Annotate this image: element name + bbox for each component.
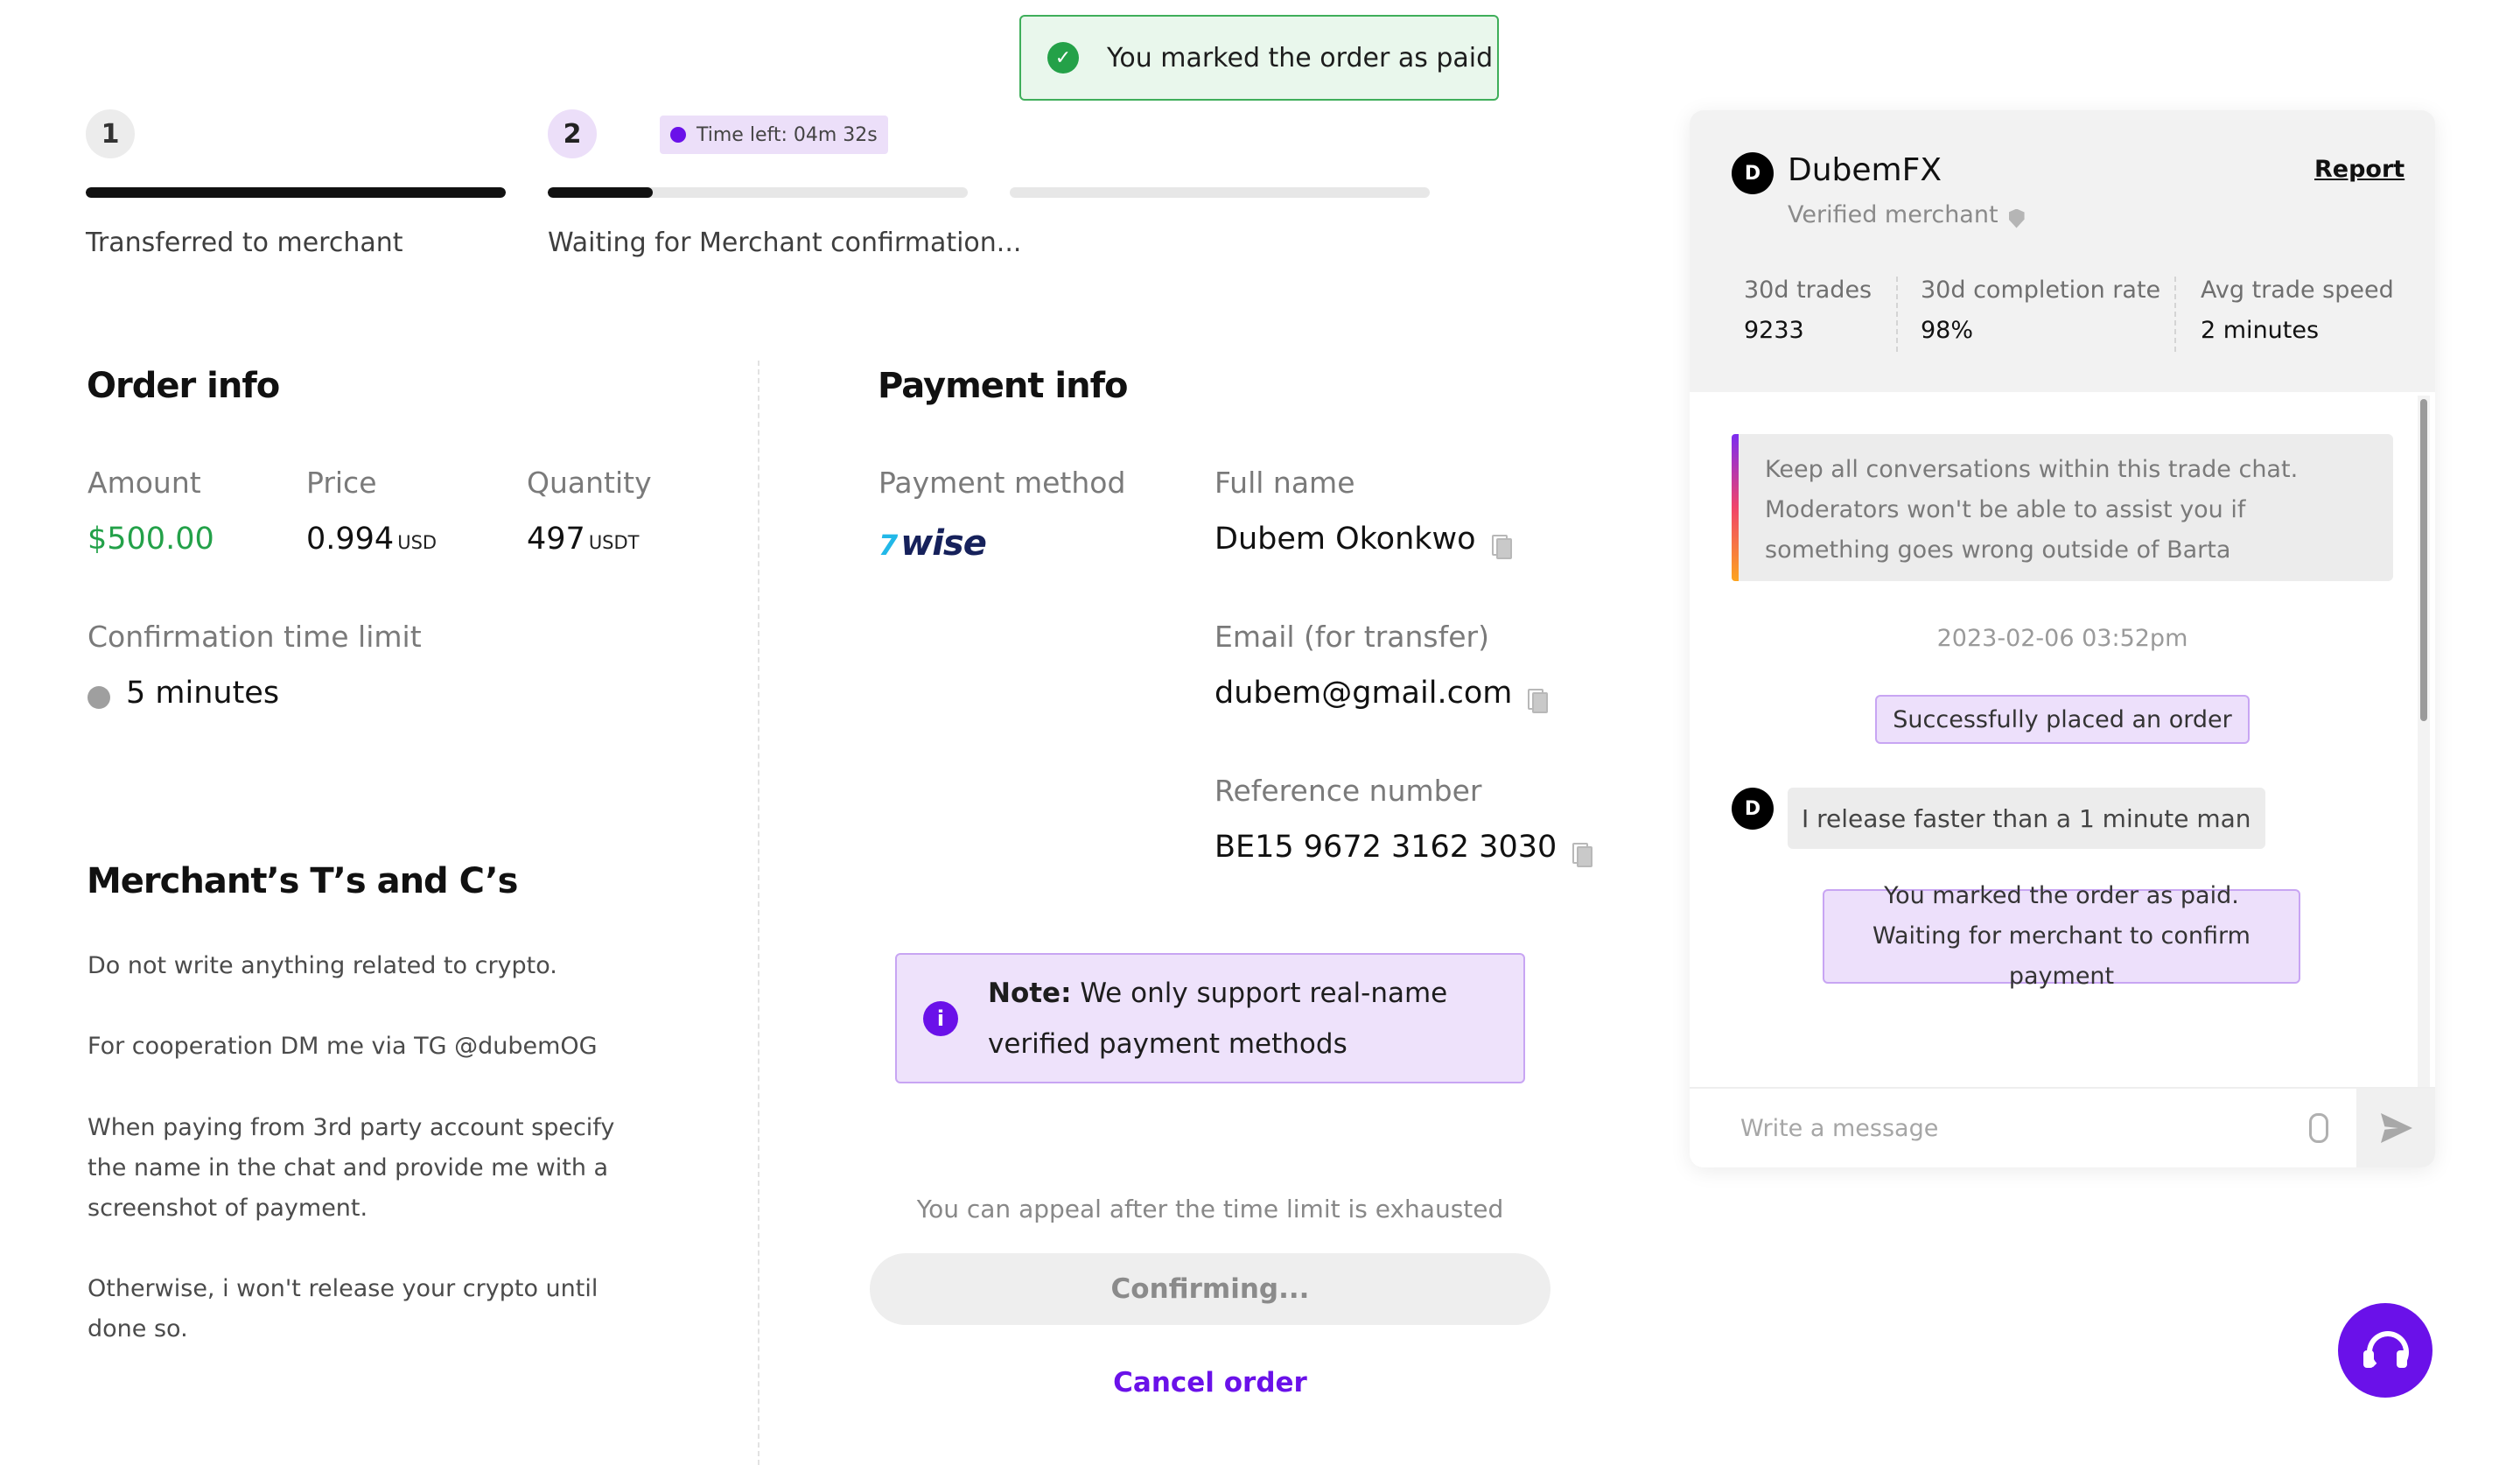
full-name-label: Full name	[1214, 466, 1355, 500]
verified-merchant-badge: Verified merchant	[1788, 201, 2025, 228]
stat-value: 2 minutes	[2201, 317, 2320, 344]
step-2-progress-fill	[548, 187, 653, 198]
merchant-message: I release faster than a 1 minute man	[1788, 788, 2265, 849]
chat-scrollbar[interactable]	[2418, 396, 2430, 1166]
price-field: 0.994 USD	[306, 522, 437, 557]
trade-chat-panel: D DubemFX Verified merchant Report 30d t…	[1690, 110, 2435, 1167]
stat-divider	[1896, 277, 1898, 352]
support-button[interactable]	[2338, 1303, 2432, 1398]
report-link[interactable]: Report	[2314, 156, 2404, 183]
time-left-text: Time left: 04m 32s	[696, 123, 878, 146]
payment-info-heading: Payment info	[878, 366, 1128, 406]
copy-icon[interactable]	[1491, 534, 1512, 559]
step-1-number: 1	[86, 109, 135, 158]
reference-value: BE15 9672 3162 3030	[1214, 830, 1558, 865]
email-value: dubem@gmail.com	[1214, 676, 1513, 711]
paid-notice: You marked the order as paid. Waiting fo…	[1823, 882, 2300, 990]
column-divider	[758, 361, 760, 1465]
time-limit-field: 5 minutes	[88, 676, 279, 711]
price-value: 0.994	[306, 522, 395, 557]
note-box: i Note: We only support real-name verifi…	[895, 953, 1525, 1083]
cancel-order-link[interactable]: Cancel order	[870, 1367, 1550, 1398]
reference-field: BE15 9672 3162 3030	[1214, 830, 1593, 867]
note-text: Note: We only support real-name verified…	[988, 968, 1497, 1069]
copy-icon[interactable]	[1528, 688, 1549, 713]
stat-value: 9233	[1744, 317, 1804, 344]
terms-paragraph: When paying from 3rd party account speci…	[88, 1114, 615, 1222]
price-unit: USD	[397, 532, 438, 553]
price-label: Price	[306, 466, 377, 500]
terms-paragraph: For cooperation DM me via TG @dubemOG	[88, 1033, 598, 1060]
quantity-value: 497	[527, 522, 585, 557]
email-field: dubem@gmail.com	[1214, 676, 1549, 713]
step-1-progress-bar	[86, 187, 506, 198]
note-prefix: Note:	[988, 977, 1072, 1009]
shield-icon	[2008, 208, 2025, 228]
send-button[interactable]	[2356, 1089, 2435, 1167]
chat-scrollbar-thumb[interactable]	[2420, 399, 2427, 721]
order-placed-notice: Successfully placed an order	[1875, 695, 2250, 744]
stat-divider	[2174, 277, 2176, 352]
chat-timestamp: 2023-02-06 03:52pm	[1936, 625, 2188, 652]
step-2-label: Waiting for Merchant confirmation...	[548, 228, 1022, 258]
quantity-field: 497 USDT	[527, 522, 640, 557]
time-left-chip: Time left: 04m 32s	[660, 116, 888, 154]
stat-label: Avg trade speed	[2201, 277, 2394, 304]
time-limit-value: 5 minutes	[126, 676, 280, 711]
terms-paragraph: Do not write anything related to crypto.	[88, 952, 557, 979]
step-2-progress-bar	[548, 187, 968, 198]
merchant-header: D DubemFX Verified merchant Report 30d t…	[1690, 110, 2435, 392]
merchant-chat-avatar: D	[1732, 788, 1774, 830]
payment-method-label: Payment method	[878, 466, 1126, 500]
step-1-label: Transferred to merchant	[86, 228, 403, 258]
toast-message: You marked the order as paid	[1107, 42, 1494, 74]
success-toast: ✓ You marked the order as paid	[1019, 15, 1499, 101]
system-message: Keep all conversations within this trade…	[1732, 434, 2393, 581]
info-icon: i	[923, 1000, 958, 1036]
step-1-progress-fill	[86, 187, 506, 198]
confirming-button[interactable]: Confirming...	[870, 1253, 1550, 1325]
full-name-value: Dubem Okonkwo	[1214, 522, 1476, 557]
time-limit-label: Confirmation time limit	[88, 620, 422, 654]
headset-icon	[2363, 1331, 2409, 1373]
step-3-progress-bar	[1010, 187, 1430, 198]
stat-value: 98%	[1921, 317, 1974, 344]
terms-paragraph: Otherwise, i won't release your crypto u…	[88, 1275, 598, 1342]
stat-label: 30d completion rate	[1921, 277, 2161, 304]
reference-label: Reference number	[1214, 774, 1482, 808]
email-label: Email (for transfer)	[1214, 620, 1489, 654]
check-icon: ✓	[1047, 42, 1079, 74]
order-info-heading: Order info	[87, 366, 280, 406]
paperclip-icon[interactable]	[2309, 1113, 2328, 1143]
stopwatch-icon	[88, 685, 110, 709]
merchant-name[interactable]: DubemFX	[1788, 152, 1942, 188]
amount-value: $500.00	[88, 522, 214, 557]
amount-label: Amount	[88, 466, 201, 500]
verified-label: Verified merchant	[1788, 201, 1998, 228]
step-2-number: 2	[548, 109, 597, 158]
merchant-avatar: D	[1732, 152, 1774, 194]
timer-icon	[670, 127, 686, 143]
message-input[interactable]: Write a message	[1740, 1115, 1938, 1142]
quantity-label: Quantity	[527, 466, 652, 500]
stat-label: 30d trades	[1744, 277, 1872, 304]
chat-input-bar: Write a message	[1690, 1087, 2435, 1167]
send-icon	[2381, 1113, 2412, 1143]
copy-icon[interactable]	[1572, 842, 1593, 867]
quantity-unit: USDT	[588, 532, 640, 553]
system-message-accent	[1732, 434, 1739, 581]
full-name-field: Dubem Okonkwo	[1214, 522, 1512, 559]
wise-logo: 7 wise	[878, 523, 987, 564]
terms-heading: Merchant’s T’s and C’s	[87, 861, 518, 901]
appeal-hint: You can appeal after the time limit is e…	[916, 1195, 1504, 1223]
